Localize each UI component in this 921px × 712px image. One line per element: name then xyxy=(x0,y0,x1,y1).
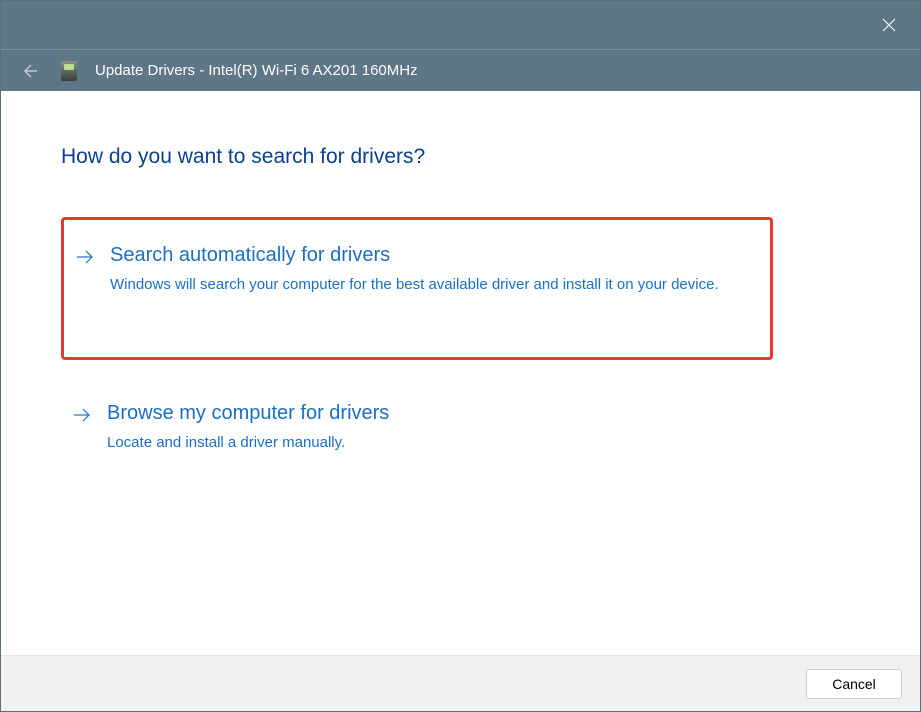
header: Update Drivers - Intel(R) Wi-Fi 6 AX201 … xyxy=(1,49,920,91)
option-title: Browse my computer for drivers xyxy=(107,400,389,426)
close-icon xyxy=(882,18,896,32)
back-arrow-icon xyxy=(20,62,38,80)
arrow-right-icon xyxy=(71,404,93,426)
option-search-auto[interactable]: Search automatically for drivers Windows… xyxy=(61,217,773,360)
option-description: Locate and install a driver manually. xyxy=(107,432,389,455)
option-description: Windows will search your computer for th… xyxy=(110,274,719,297)
footer: Cancel xyxy=(1,655,920,711)
page-heading: How do you want to search for drivers? xyxy=(61,145,860,169)
back-button[interactable] xyxy=(19,61,39,81)
update-drivers-dialog: Update Drivers - Intel(R) Wi-Fi 6 AX201 … xyxy=(0,0,921,712)
cancel-button[interactable]: Cancel xyxy=(806,669,902,699)
option-browse-computer[interactable]: Browse my computer for drivers Locate an… xyxy=(61,390,860,483)
header-title: Update Drivers - Intel(R) Wi-Fi 6 AX201 … xyxy=(95,62,418,79)
option-body: Search automatically for drivers Windows… xyxy=(110,242,719,297)
content-area: How do you want to search for drivers? S… xyxy=(1,91,920,655)
arrow-right-icon xyxy=(74,246,96,268)
close-button[interactable] xyxy=(866,2,912,48)
device-icon xyxy=(61,61,77,81)
option-body: Browse my computer for drivers Locate an… xyxy=(107,400,389,455)
option-title: Search automatically for drivers xyxy=(110,242,719,268)
titlebar xyxy=(1,1,920,49)
